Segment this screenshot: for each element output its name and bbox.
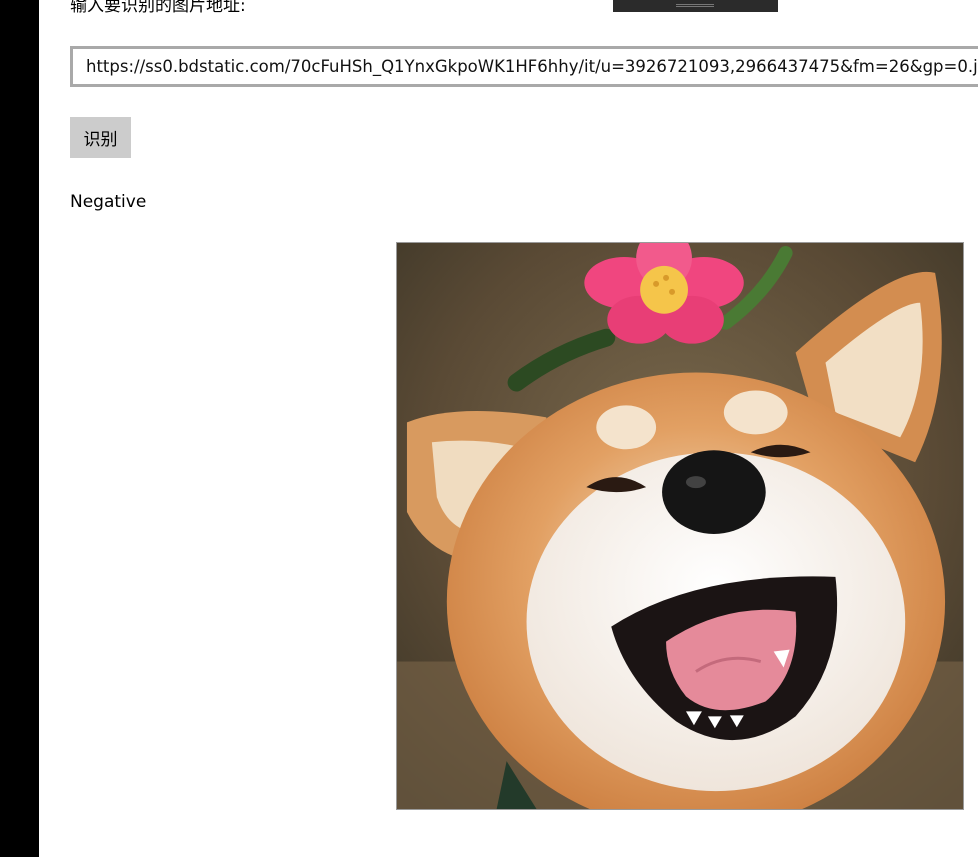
left-dark-sidebar [0, 0, 39, 857]
page: 输入要识别的图片地址: 识别 Negative [0, 0, 978, 857]
shiba-inu-photo [396, 242, 964, 810]
drag-handle-icon[interactable] [676, 4, 714, 7]
url-prompt-label: 输入要识别的图片地址: [70, 0, 246, 16]
top-overlay-bar [613, 0, 778, 12]
recognition-result: Negative [70, 192, 147, 212]
recognize-button[interactable]: 识别 [70, 117, 131, 158]
image-url-input[interactable] [70, 46, 978, 87]
